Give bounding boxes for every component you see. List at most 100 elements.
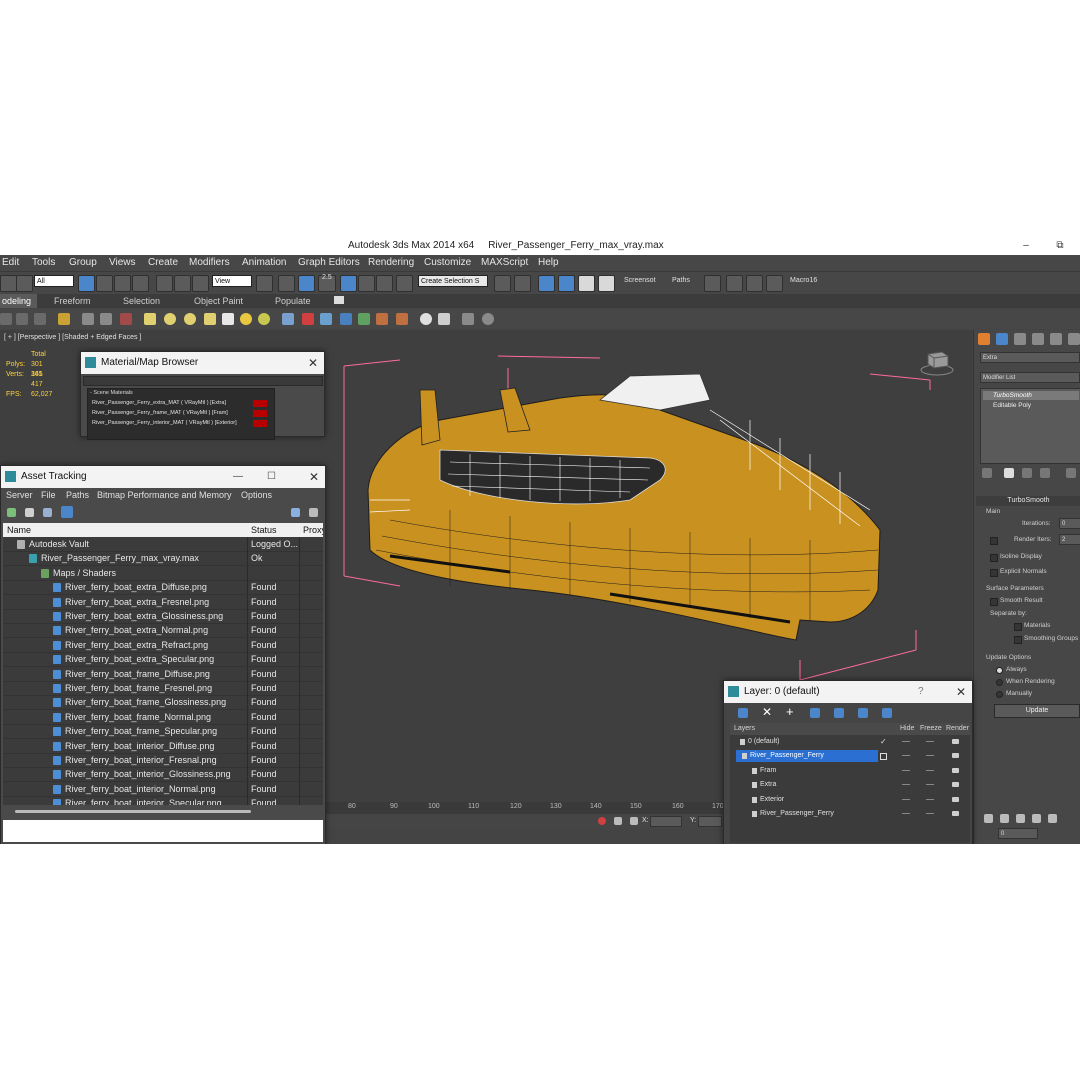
freeze-toggle[interactable] <box>926 784 934 786</box>
toolbar2-icon-1[interactable] <box>0 313 12 325</box>
freeze-toggle[interactable] <box>926 798 934 800</box>
window-crossing-icon[interactable] <box>132 275 149 292</box>
modifier-list-dropdown[interactable]: Modifier List <box>980 372 1080 383</box>
material-browser-close-button[interactable]: ✕ <box>308 352 318 374</box>
render-icon[interactable] <box>420 313 432 325</box>
ref-coord-dropdown[interactable]: View <box>212 275 252 287</box>
freeze-toggle[interactable] <box>926 741 934 742</box>
layer-close-button[interactable]: ✕ <box>956 681 966 703</box>
render-teapot-icon[interactable] <box>952 753 959 759</box>
material-item[interactable]: River_Passenger_Ferry_interior_MAT ( VRa… <box>92 419 267 428</box>
material-browser-titlebar[interactable]: Material/Map Browser ✕ <box>81 352 324 374</box>
next-frame-icon[interactable] <box>1032 814 1041 823</box>
table-row[interactable]: River_ferry_boat_extra_Normal.png Found <box>3 623 323 639</box>
door-icon[interactable] <box>376 313 388 325</box>
make-unique-icon[interactable] <box>1022 468 1032 478</box>
rotate-icon[interactable] <box>174 275 191 292</box>
list-view-icon[interactable] <box>25 508 34 517</box>
menu-server[interactable]: Server <box>6 488 33 502</box>
restore-button[interactable]: ⧉ <box>1050 236 1070 255</box>
hide-toggle[interactable] <box>902 813 910 814</box>
rendered-frame-icon[interactable] <box>746 275 763 292</box>
table-row[interactable]: River_ferry_boat_extra_Diffuse.png Found <box>3 580 323 596</box>
horizontal-scrollbar[interactable] <box>15 810 251 813</box>
graphite-icon[interactable] <box>558 275 575 292</box>
always-radio[interactable] <box>996 667 1003 674</box>
undo-icon[interactable] <box>0 275 17 292</box>
menu-paths[interactable]: Paths <box>66 488 89 502</box>
table-row[interactable]: River_ferry_boat_extra_Glossiness.png Fou… <box>3 609 323 624</box>
hierarchy-tab-icon[interactable] <box>1014 333 1026 345</box>
modify-tab-icon[interactable] <box>996 333 1008 345</box>
table-row[interactable]: River_ferry_boat_extra_Fresnel.png Found <box>3 594 323 610</box>
show-end-result-icon[interactable] <box>1004 468 1014 478</box>
material-search-field[interactable] <box>83 376 323 386</box>
prev-frame-icon[interactable] <box>1000 814 1009 823</box>
motion-tab-icon[interactable] <box>1032 333 1044 345</box>
curve-editor-icon[interactable] <box>578 275 595 292</box>
table-row[interactable]: River_ferry_boat_frame_Diffuse.png Found <box>3 666 323 682</box>
iterations-spinner[interactable]: 0 <box>1059 518 1080 529</box>
toolbar2-icon-3[interactable] <box>34 313 46 325</box>
utilities-tab-icon[interactable] <box>1068 333 1080 345</box>
stack-item-editable-poly[interactable]: Editable Poly <box>983 401 1079 410</box>
settings-icon[interactable] <box>462 313 474 325</box>
column-freeze[interactable]: Freeze <box>920 723 942 735</box>
ribbon-options-icon[interactable] <box>334 296 344 304</box>
layer-row[interactable]: River_Passenger_Ferry <box>730 749 970 763</box>
table-row[interactable]: Autodesk Vault Logged O... <box>3 537 323 552</box>
menu-modifiers[interactable]: Modifiers <box>189 255 230 271</box>
hide-toggle[interactable] <box>902 784 910 786</box>
patch-icon[interactable] <box>340 313 352 325</box>
tab-object-paint[interactable]: Object Paint <box>194 294 243 308</box>
particle-icon[interactable] <box>282 313 294 325</box>
materials-checkbox[interactable] <box>1014 623 1022 631</box>
menu-file[interactable]: File <box>41 488 56 502</box>
table-row[interactable]: River_ferry_boat_extra_Refract.png Found <box>3 637 323 653</box>
menu-tools[interactable]: Tools <box>32 255 55 271</box>
keyboard-shortcut-icon[interactable] <box>298 275 315 292</box>
pivot-icon[interactable] <box>256 275 273 292</box>
table-row[interactable]: River_ferry_boat_interior_Diffuse.png Fou… <box>3 738 323 754</box>
table-row[interactable]: River_ferry_boat_frame_Fresnel.png Found <box>3 681 323 696</box>
tab-modeling[interactable]: odeling <box>0 294 38 308</box>
render-frame-icon[interactable] <box>438 313 450 325</box>
space-warp-icon[interactable] <box>120 313 132 325</box>
table-view-icon[interactable] <box>61 506 73 518</box>
table-row[interactable]: River_ferry_boat_interior_Specular.png Fo… <box>3 796 323 805</box>
link-icon[interactable] <box>16 275 33 292</box>
configure-sets-icon[interactable] <box>1066 468 1076 478</box>
explicit-normals-checkbox[interactable] <box>990 569 998 577</box>
y-coord-field[interactable] <box>698 816 722 827</box>
percent-snap-icon[interactable] <box>358 275 375 292</box>
highlight-layer-icon[interactable] <box>834 708 844 718</box>
toolbar2-icon-2[interactable] <box>16 313 28 325</box>
table-row[interactable]: River_Passenger_Ferry_max_vray.max Ok <box>3 551 323 567</box>
render-teapot-icon[interactable] <box>952 811 959 816</box>
current-frame-field[interactable]: 0 <box>998 828 1038 839</box>
go-to-start-icon[interactable] <box>984 814 993 823</box>
display-tab-icon[interactable] <box>1050 333 1062 345</box>
named-selection-field[interactable]: Create Selection S <box>418 275 488 287</box>
table-row[interactable]: River_ferry_boat_frame_Specular.png Found <box>3 724 323 740</box>
layer-manager-titlebar[interactable]: Layer: 0 (default) ? ✕ <box>724 681 972 703</box>
lock-icon[interactable] <box>614 817 622 825</box>
pin-stack-icon[interactable] <box>982 468 992 478</box>
align-icon[interactable] <box>514 275 531 292</box>
viewcube-icon[interactable] <box>920 348 954 376</box>
menu-options[interactable]: Options <box>241 488 272 502</box>
asset-tracking-maximize-button[interactable]: ☐ <box>267 466 276 488</box>
manipulate-icon[interactable] <box>278 275 295 292</box>
table-row[interactable]: River_ferry_boat_interior_Glossiness.png… <box>3 767 323 783</box>
minimize-button[interactable]: – <box>1016 236 1036 255</box>
column-hide[interactable]: Hide <box>900 723 914 735</box>
isolate-icon[interactable] <box>598 817 606 825</box>
menu-animation[interactable]: Animation <box>242 255 286 271</box>
move-icon[interactable] <box>156 275 173 292</box>
material-item[interactable]: River_Passenger_Ferry_extra_MAT ( VRayMt… <box>92 399 267 408</box>
smoothing-groups-checkbox[interactable] <box>1014 636 1022 644</box>
mirror-icon[interactable] <box>494 275 511 292</box>
column-layers[interactable]: Layers <box>734 723 755 735</box>
layer-row[interactable]: River_Passenger_Ferry <box>730 807 970 821</box>
render-iters-checkbox[interactable] <box>990 537 998 545</box>
